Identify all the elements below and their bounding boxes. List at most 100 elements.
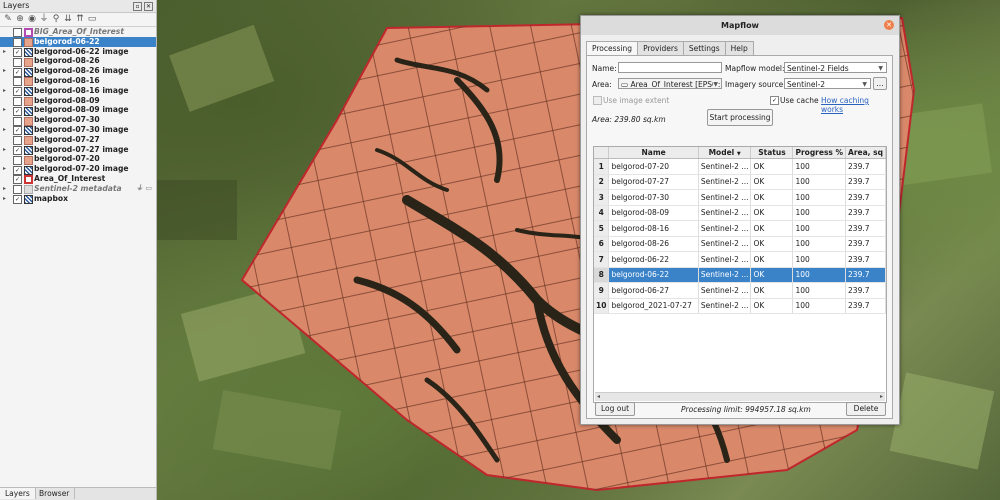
mapflow-model-select[interactable]: Sentinel-2 Fields ▼ [784,62,887,73]
tab-help[interactable]: Help [724,41,754,55]
table-row[interactable]: 1 belgorod-07-20 Sentinel-2 ... OK 100 239.7 [594,158,886,175]
layer-item[interactable]: belgorod-08-16 [0,76,156,87]
remove-layer-icon[interactable]: ▭ [87,14,97,24]
tab-layers[interactable]: Layers [0,488,36,499]
layer-item[interactable]: ▸ ✓ belgorod-07-20 image [0,164,156,175]
use-image-extent-checkbox[interactable] [593,96,602,105]
table-row[interactable]: 8 belgorod-06-22 Sentinel-2 ... OK 100 239.7 [594,267,886,283]
layer-item[interactable]: ▸ ✓ belgorod-08-09 image [0,105,156,116]
how-caching-works-link[interactable]: How caching works [821,96,892,114]
cell-area: 239.7 [845,251,886,268]
collapse-all-icon[interactable]: ⇈ [75,14,85,24]
start-processing-button[interactable]: Start processing [707,109,773,126]
cell-n: 8 [594,267,610,283]
layer-item[interactable]: belgorod-07-20 [0,154,156,165]
expand-arrow-icon[interactable]: ▸ [3,105,6,115]
layer-item[interactable]: ▸ ✓ belgorod-06-22 image [0,47,156,57]
column-header-name[interactable]: Name [608,147,699,159]
cell-progress: 100 [792,158,847,175]
layer-label: belgorod-08-09 image [34,105,129,115]
filter-icon[interactable]: ⏚ ▭ [136,184,152,194]
expand-all-icon[interactable]: ⇊ [63,14,73,24]
tab-providers[interactable]: Providers [637,41,684,55]
eye-icon[interactable]: ◉ [27,14,37,24]
layer-item[interactable]: ▸ ✓ belgorod-07-30 image [0,124,156,136]
layer-item[interactable]: ✓ Area_Of_Interest [0,174,156,185]
log-out-button[interactable]: Log out [595,402,635,416]
use-cache-checkbox[interactable]: ✓ [770,96,779,105]
close-panel-icon[interactable]: ✕ [144,2,153,11]
layer-label: belgorod-06-22 [34,36,100,46]
layer-label: belgorod-07-27 [34,134,100,144]
layer-item[interactable]: belgorod-07-27 [0,134,156,146]
horizontal-scrollbar[interactable]: ◂ ▸ [595,392,885,401]
expand-arrow-icon[interactable]: ▸ [3,164,6,174]
layer-item[interactable]: belgorod-07-30 [0,115,156,126]
name-input[interactable] [618,62,722,73]
layer-label: belgorod-08-26 image [34,66,129,76]
table-row[interactable]: 7 belgorod-06-22 Sentinel-2 ... OK 100 239.7 [594,251,886,268]
add-group-icon[interactable]: ⊕ [15,14,25,24]
expand-arrow-icon[interactable]: ▸ [3,145,6,155]
layer-item[interactable]: ▸ ✓ belgorod-07-27 image [0,145,156,155]
layer-item[interactable]: ▸ ✓ mapbox [0,194,156,204]
expand-arrow-icon[interactable]: ▸ [3,66,6,76]
table-row[interactable]: 6 belgorod-08-26 Sentinel-2 ... OK 100 239.7 [594,236,886,252]
layer-label: belgorod-07-30 image [34,124,129,134]
scroll-left-icon[interactable]: ◂ [597,393,600,400]
cell-area: 239.7 [845,174,886,190]
layer-visibility-checkbox[interactable]: ✓ [13,194,22,204]
layer-item[interactable]: ▸ Sentinel-2 metadata ⏚ ▭ [0,184,156,195]
layer-item[interactable]: ▸ ✓ belgorod-08-16 image [0,86,156,97]
filter-legend-icon[interactable]: ⚲ [51,14,61,24]
area-readout: Area: 239.80 sq.km [592,115,666,124]
style-icon[interactable]: ✎ [3,14,13,24]
expand-arrow-icon[interactable]: ▸ [3,86,6,96]
expand-arrow-icon[interactable]: ▸ [3,125,6,135]
layer-tree: BIG_Area_Of_Interest ✓ belgorod-06-22 ▸ ✓ bel… [0,27,156,204]
cell-status: OK [750,282,794,299]
mapflow-dialog: Mapflow ✕ Processing Providers Settings Hel… [580,15,900,425]
layer-item[interactable]: BIG_Area_Of_Interest [0,27,156,38]
mapflow-titlebar[interactable]: Mapflow ✕ [581,16,899,35]
cell-status: OK [750,174,794,190]
cell-n: 10 [594,298,610,314]
column-header-area[interactable]: Area, sq [845,147,886,159]
table-row[interactable]: 3 belgorod-07-30 Sentinel-2 ... OK 100 239.7 [594,189,886,206]
cell-progress: 100 [792,251,847,268]
expand-arrow-icon[interactable]: ▸ [3,47,6,57]
table-row[interactable]: 4 belgorod-08-09 Sentinel-2 ... OK 100 239.7 [594,205,886,221]
tab-processing[interactable]: Processing [586,41,639,56]
column-header-model[interactable]: Model ▼ [698,147,752,159]
layer-label: BIG_Area_Of_Interest [34,27,124,36]
table-row[interactable]: 5 belgorod-08-16 Sentinel-2 ... OK 100 239.7 [594,220,886,237]
table-row[interactable]: 9 belgorod-06-27 Sentinel-2 ... OK 100 239.7 [594,282,886,299]
filter-icon[interactable]: ⏚ [39,14,49,24]
cell-name: belgorod-07-27 [608,174,699,190]
layer-item[interactable]: belgorod-08-26 [0,56,156,67]
column-header-progress[interactable]: Progress % [792,147,847,159]
close-icon[interactable]: ✕ [884,20,894,30]
expand-arrow-icon[interactable]: ▸ [3,184,6,194]
layer-item[interactable]: ▸ ✓ belgorod-08-26 image [0,66,156,77]
layer-item[interactable]: ✓ belgorod-06-22 [0,36,156,48]
expand-arrow-icon[interactable]: ▸ [3,194,6,204]
cell-status: OK [750,205,794,221]
column-header-status[interactable]: Status [750,147,794,159]
table-row[interactable]: 2 belgorod-07-27 Sentinel-2 ... OK 100 239.7 [594,174,886,190]
layers-toolbar: ✎ ⊕ ◉ ⏚ ⚲ ⇊ ⇈ ▭ [0,13,156,27]
cell-status: OK [750,298,794,314]
scroll-right-icon[interactable]: ▸ [880,393,883,400]
tab-browser[interactable]: Browser [34,488,76,499]
float-panel-icon[interactable]: ▫ [133,2,142,11]
imagery-more-button[interactable]: ... [873,77,887,90]
table-row[interactable]: 10 belgorod_2021-07-27 Sentinel-2 ... OK 100… [594,298,886,314]
use-cache-label: Use cache [780,96,819,105]
imagery-source-select[interactable]: Sentinel-2 ▼ [784,78,871,89]
area-select[interactable]: ▭ Area_Of_Interest [EPSG: ▼ [618,78,722,89]
delete-button[interactable]: Delete [846,402,886,416]
cell-progress: 100 [792,174,847,190]
layer-item[interactable]: belgorod-08-09 [0,96,156,106]
cell-status: OK [750,251,794,268]
tab-settings[interactable]: Settings [682,41,726,55]
